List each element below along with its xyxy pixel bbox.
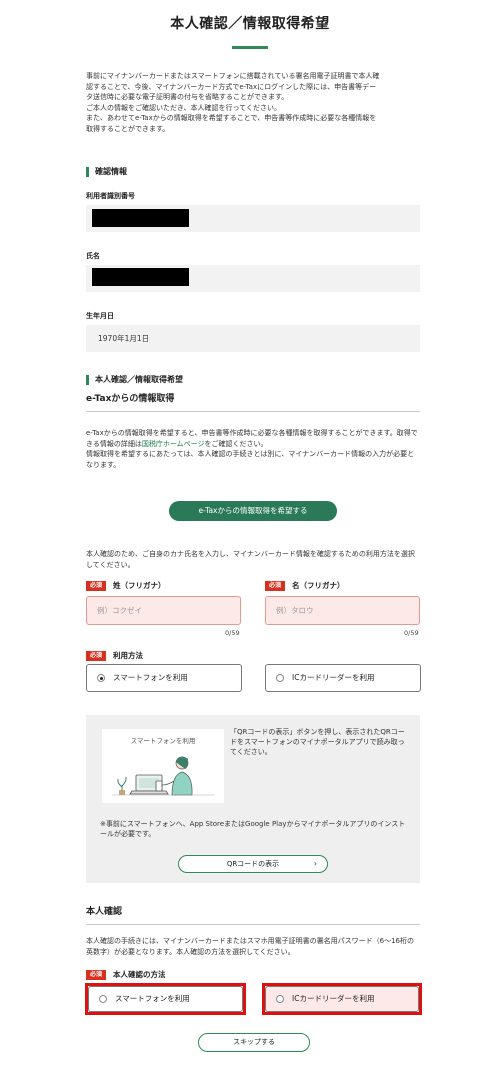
etax-acquire-description: e-Taxからの情報取得を希望すると、申告書等作成時に必要な各種情報を取得するこ… — [86, 428, 420, 470]
nta-homepage-link[interactable]: 国税庁ホームページ — [142, 440, 205, 448]
redaction-block — [92, 268, 189, 286]
intro-line: 認することで、今後、マイナンバーカード方式でe-Taxにログインした際には、申告… — [86, 82, 377, 91]
usage-smartphone-option[interactable]: スマートフォンを利用 — [86, 664, 242, 692]
person-with-laptop-icon — [112, 756, 214, 796]
required-badge: 必須 — [86, 581, 107, 592]
last-name-label: 姓（フリガナ） — [113, 581, 166, 590]
chevron-right-icon: › — [313, 859, 317, 868]
intro-line: 取得することができます。 — [86, 124, 170, 133]
skip-button[interactable]: スキップする — [198, 1033, 310, 1052]
title-underline — [232, 46, 268, 49]
desc-text: 情報取得を希望するにあたっては、本人確認の手続きとは別に、マイナンバーカード情報… — [86, 450, 415, 469]
user-id-label: 利用者識別番号 — [86, 192, 135, 200]
required-badge: 必須 — [86, 970, 107, 981]
last-name-label-row: 必須 姓（フリガナ） — [86, 581, 166, 592]
intro-line: 事前にマイナンバーカードまたはスマートフォンに搭載されている署名用電子証明書で本… — [86, 72, 380, 80]
name-label: 氏名 — [86, 252, 100, 260]
intro-text: 事前にマイナンバーカードまたはスマートフォンに搭載されている署名用電子証明書で本… — [86, 71, 426, 134]
redaction-block — [92, 209, 189, 227]
request-etax-info-button[interactable]: e-Taxからの情報取得を希望する — [169, 501, 337, 521]
app-install-note: ※事前にスマートフォンへ、App StoreまたはGoogle Playからマイ… — [100, 820, 406, 838]
usage-smartphone-label: スマートフォンを利用 — [113, 672, 188, 682]
user-id-field — [86, 205, 420, 232]
radio-unchecked-icon[interactable] — [276, 995, 284, 1003]
first-name-kana-input[interactable]: 例）タロウ — [265, 596, 420, 625]
intro-line: タ送信時に必要な電子証明書の付与を省略することができます。 — [86, 93, 289, 101]
intro-line: ご本人の情報をご確認いただき、本人確認を行ってください。 — [86, 103, 281, 112]
page-title: 本人確認／情報取得希望 — [170, 16, 330, 32]
smartphone-illustration: スマートフォンを利用 — [102, 729, 224, 803]
identity-heading: 本人確認 — [86, 906, 420, 926]
last-name-kana-input[interactable]: 例）コクゼイ — [86, 596, 241, 625]
identity-smartphone-option[interactable]: スマートフォンを利用 — [88, 986, 243, 1012]
qr-instruction-text: 「QRコードの表示」ボタンを押し、表示されたQRコードをスマートフォンのマイナポ… — [230, 728, 405, 756]
radio-checked-icon[interactable] — [97, 674, 105, 682]
identity-ic-reader-option[interactable]: ICカードリーダーを利用 — [265, 986, 419, 1012]
required-badge: 必須 — [86, 651, 107, 662]
confirm-info-heading: 確認情報 — [86, 167, 127, 177]
first-name-label-row: 必須 名（フリガナ） — [265, 581, 345, 592]
identity-ic-reader-label: ICカードリーダーを利用 — [292, 993, 375, 1003]
identity-method-label: 本人確認の方法 — [113, 970, 166, 979]
required-badge: 必須 — [265, 581, 286, 592]
radio-unchecked-icon[interactable] — [99, 995, 107, 1003]
birth-date-label: 生年月日 — [86, 312, 114, 320]
first-name-label: 名（フリガナ） — [292, 581, 345, 590]
usage-method-label: 利用方法 — [113, 651, 144, 660]
name-field — [86, 265, 420, 292]
usage-method-label-row: 必須 利用方法 — [86, 651, 143, 662]
qr-button-label: QRコードの表示 — [226, 860, 280, 868]
usage-ic-reader-label: ICカードリーダーを利用 — [292, 672, 375, 682]
intro-line: また、あわせてe-Taxからの情報取得を希望することで、申告書等作成時に必要な各… — [86, 114, 377, 122]
acquire-heading: 本人確認／情報取得希望 — [86, 375, 183, 385]
radio-unchecked-icon[interactable] — [276, 674, 284, 682]
usage-ic-reader-option[interactable]: ICカードリーダーを利用 — [265, 664, 421, 692]
identity-method-label-row: 必須 本人確認の方法 — [86, 970, 166, 981]
identity-description: 本人確認の手続きには、マイナンバーカードまたはスマホ用電子証明書の署名用パスワー… — [86, 937, 415, 956]
identity-smartphone-label: スマートフォンを利用 — [115, 993, 190, 1003]
smartphone-instruction-panel: スマートフォンを利用 「QRコードの表示」ボタンを押し、表示されたQRコードをス… — [86, 715, 420, 883]
birth-date-field: 1970年1月1日 — [86, 325, 420, 352]
first-name-char-counter: 0/59 — [404, 629, 419, 637]
show-qr-code-button[interactable]: QRコードの表示 › — [178, 855, 328, 873]
etax-acquire-subheading: e-Taxからの情報取得 — [86, 393, 420, 413]
last-name-char-counter: 0/59 — [225, 629, 240, 637]
desc-text: をご確認ください。 — [204, 439, 268, 448]
kana-instruction: 本人確認のため、ご自身のカナ氏名を入力し、マイナンバーカード情報を確認するための… — [86, 550, 415, 569]
